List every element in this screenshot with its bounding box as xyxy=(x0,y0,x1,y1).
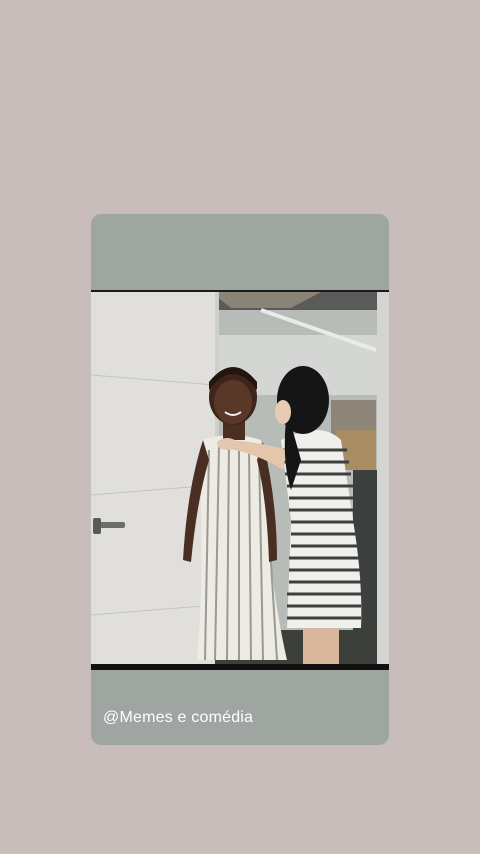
shared-post-card[interactable]: @Memes e comédia xyxy=(91,214,389,745)
video-frame xyxy=(91,290,389,670)
story-screen: @Memes e comédia xyxy=(0,0,480,854)
post-caption[interactable]: @Memes e comédia xyxy=(103,709,253,727)
post-video[interactable] xyxy=(91,290,389,670)
